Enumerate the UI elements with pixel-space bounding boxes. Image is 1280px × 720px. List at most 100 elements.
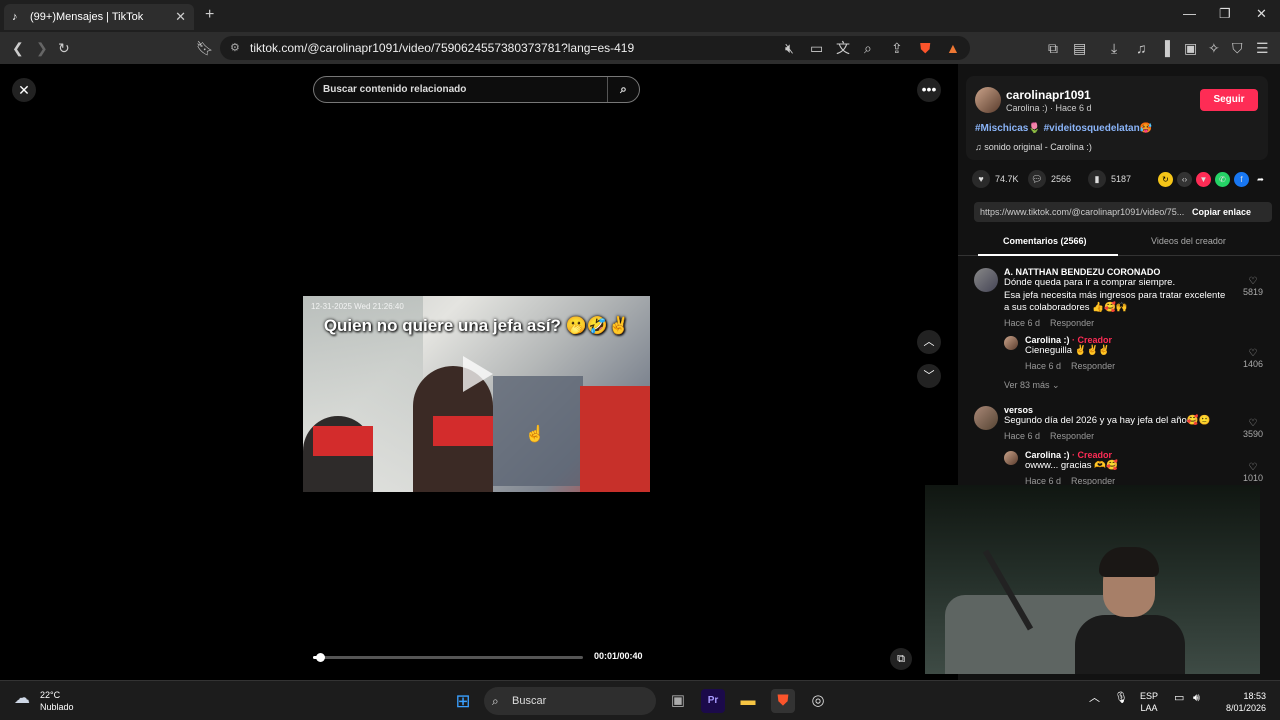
forward-icon[interactable]: ❯ (36, 40, 48, 56)
site-settings-icon[interactable]: ⚙ (230, 36, 240, 60)
comment-author[interactable]: versos (1004, 405, 1244, 415)
media-icon[interactable]: ♫ (1136, 40, 1147, 56)
reply-button[interactable]: Responder (1071, 361, 1115, 371)
bookmark-page-icon[interactable]: 🔖︎ (196, 40, 214, 56)
close-window-icon[interactable]: ✕ (1256, 6, 1267, 22)
share-page-icon[interactable]: ⇪ (891, 40, 903, 56)
comment-author[interactable]: A. NATTHAN BENDEZU CORONADO (1004, 267, 1244, 277)
mute-icon[interactable]: 🔇︎ (785, 40, 794, 56)
avatar[interactable] (975, 87, 1001, 113)
avatar[interactable] (974, 268, 998, 292)
leo-icon[interactable]: ✧ (1208, 40, 1220, 56)
video-frame[interactable]: 12-31-2025 Wed 21:26:40 Quien no quiere … (303, 296, 650, 492)
reply-button[interactable]: Responder (1071, 476, 1115, 486)
brave-rewards-icon[interactable]: ▲ (946, 40, 960, 56)
reply-like-button[interactable]: ♡ 1010 (1238, 462, 1268, 483)
view-more-replies[interactable]: Ver 83 más ⌄ (1004, 380, 1060, 391)
picture-in-picture-icon[interactable]: ⧉ (890, 648, 912, 670)
author-username[interactable]: carolinapr1091 (1006, 88, 1091, 102)
more-options-icon[interactable]: ••• (917, 78, 941, 102)
active-tab-indicator (978, 254, 1118, 256)
address-bar[interactable]: ⚙ tiktok.com/@carolinapr1091/video/75906… (220, 36, 970, 60)
reply-author[interactable]: Carolina :) (1025, 450, 1070, 460)
language-indicator[interactable]: ESP LAA (1140, 690, 1158, 714)
extensions-icon[interactable]: ⧉ (1048, 40, 1058, 56)
cast-icon[interactable]: ▭ (810, 40, 823, 56)
facebook-icon[interactable]: f (1234, 172, 1249, 187)
progress-knob[interactable] (315, 653, 325, 662)
reader-icon[interactable]: ▤ (1073, 40, 1086, 56)
windows-start-icon[interactable]: ⊞ (451, 689, 475, 713)
sidebar-icon[interactable]: ▐ (1160, 40, 1170, 56)
follow-button[interactable]: Seguir (1200, 89, 1258, 111)
like-button[interactable]: ♥ 74.7K (972, 170, 1019, 188)
tab-creator-videos[interactable]: Videos del creador (1151, 236, 1226, 246)
task-view-icon[interactable]: ▣ (666, 689, 690, 713)
cloud-icon: ☁ (14, 690, 30, 707)
comment-like-count: 5819 (1242, 287, 1264, 297)
wallet-icon[interactable]: ▣ (1184, 40, 1197, 56)
reply-like-button[interactable]: ♡ 1406 (1238, 348, 1268, 369)
network-icon[interactable]: ▭ (1174, 692, 1184, 704)
maximize-icon[interactable]: ❐ (1219, 6, 1231, 22)
avatar[interactable] (1004, 336, 1018, 350)
search-input[interactable]: Buscar contenido relacionado ⌕ (313, 76, 640, 103)
downloads-icon[interactable]: ⤓ (1111, 40, 1117, 56)
reply-button[interactable]: Responder (1050, 318, 1094, 328)
tab-comments[interactable]: Comentarios (2566) (1003, 236, 1087, 246)
url-text: tiktok.com/@carolinapr1091/video/7590624… (250, 41, 635, 55)
browser-tab[interactable]: ♪ (99+)Mensajes | TikTok ✕ (4, 4, 194, 30)
back-icon[interactable]: ❮ (12, 40, 24, 56)
clock-date: 8/01/2026 (1225, 703, 1266, 713)
menu-icon[interactable]: ☰ (1256, 40, 1269, 56)
zoom-icon[interactable]: ⌕ (864, 40, 872, 56)
reply-text: Cieneguilla ✌️✌️✌️ (1025, 345, 1111, 356)
play-icon[interactable] (463, 356, 493, 392)
chevron-down-icon[interactable]: ﹀ (917, 364, 941, 388)
translate-icon[interactable]: 文 (836, 40, 850, 56)
send-icon[interactable]: ▼ (1196, 172, 1211, 187)
vpn-icon[interactable]: ⛉ (1232, 40, 1243, 56)
search-icon[interactable]: ⌕ (607, 77, 639, 102)
video-link-url[interactable]: https://www.tiktok.com/@carolinapr1091/v… (980, 202, 1185, 222)
comment-like-button[interactable]: ♡ 5819 (1238, 276, 1268, 297)
avatar[interactable] (1004, 451, 1018, 465)
sound-info[interactable]: ♫ sonido original - Carolina :) (975, 142, 1092, 152)
volume-icon[interactable]: 🔊︎ (1193, 692, 1200, 704)
share-icon[interactable]: ➦ (1253, 172, 1268, 187)
reply-button[interactable]: Responder (1050, 431, 1094, 441)
creator-badge: · Creador (1069, 335, 1113, 345)
chevron-up-icon[interactable]: ︿ (917, 330, 941, 354)
reload-icon[interactable]: ↻ (58, 40, 70, 56)
copy-link-button[interactable]: Copiar enlace (1192, 202, 1251, 222)
minimize-icon[interactable]: — (1183, 6, 1196, 21)
new-tab-icon[interactable]: + (205, 6, 214, 24)
clock-time: 18:53 (1243, 691, 1266, 701)
reply-text: owww... gracias 🫶🥰 (1025, 460, 1118, 471)
clock[interactable]: 18:53 8/01/2026 (1218, 690, 1266, 714)
comment-text: a sus colaboradores 👍🥰🙌 (1004, 302, 1128, 313)
embed-icon[interactable]: ‹› (1177, 172, 1192, 187)
taskbar-search[interactable]: ⌕ Buscar (484, 687, 656, 715)
close-tab-icon[interactable]: ✕ (175, 9, 186, 25)
video-link-box: https://www.tiktok.com/@carolinapr1091/v… (974, 202, 1272, 222)
file-explorer-icon[interactable]: ▬ (736, 689, 760, 713)
whatsapp-icon[interactable]: ✆ (1215, 172, 1230, 187)
comment-time: Hace 6 d (1004, 430, 1041, 441)
reply-like-count: 1010 (1242, 473, 1264, 483)
premiere-icon[interactable]: Pr (701, 689, 725, 713)
video-progress-bar[interactable] (313, 653, 583, 662)
microphone-icon[interactable]: 🎙︎ (1114, 692, 1128, 704)
app-icon[interactable]: ◎ (806, 689, 830, 713)
comment-button[interactable]: 💬︎ 2566 (1028, 170, 1071, 188)
repost-icon[interactable]: ↻ (1158, 172, 1173, 187)
brave-icon[interactable]: ⛊ (771, 689, 795, 713)
chevron-up-icon[interactable]: ︿ (1089, 692, 1100, 704)
brave-shield-icon[interactable]: ⛊ (920, 40, 931, 56)
comment-like-button[interactable]: ♡ 3590 (1238, 418, 1268, 439)
hashtags[interactable]: #Mischicas🌷 #videitosquedelatan🥵 (975, 123, 1152, 134)
avatar[interactable] (974, 406, 998, 430)
close-icon[interactable]: ✕ (12, 78, 36, 102)
reply-author[interactable]: Carolina :) (1025, 335, 1070, 345)
save-button[interactable]: ▮ 5187 (1088, 170, 1131, 188)
